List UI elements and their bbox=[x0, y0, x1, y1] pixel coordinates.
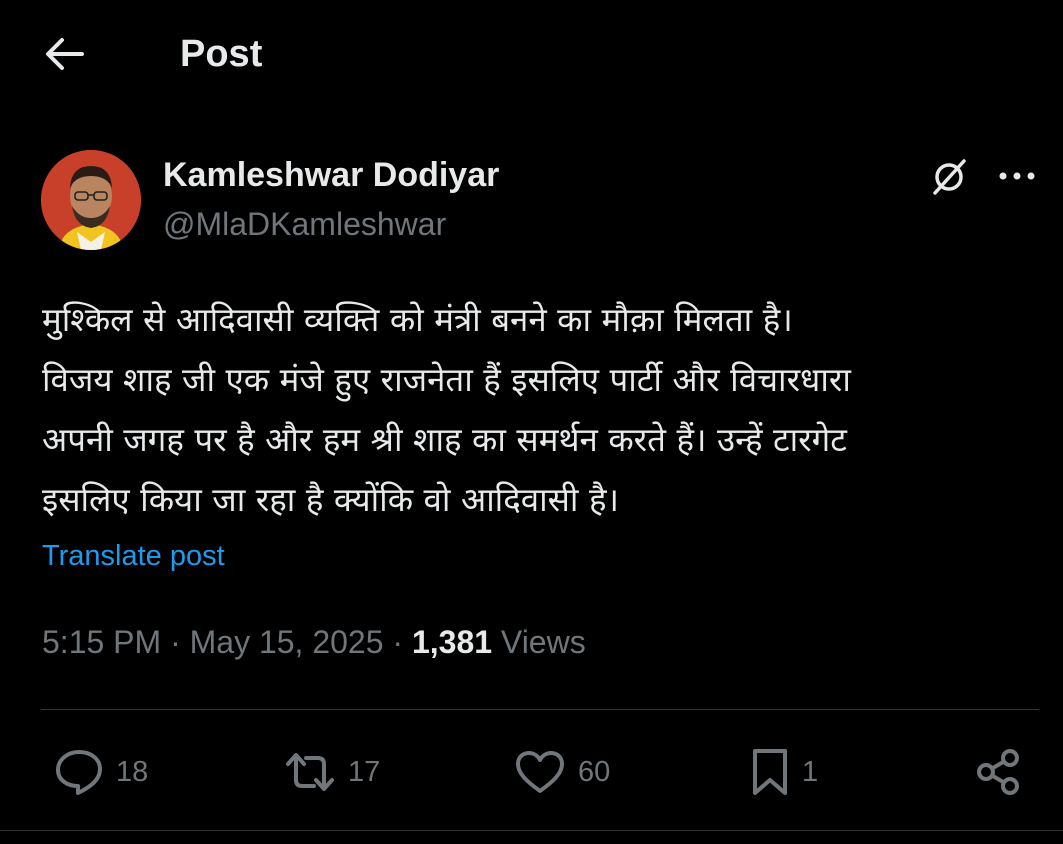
grok-button[interactable] bbox=[926, 154, 972, 200]
divider bbox=[41, 709, 1039, 710]
reply-button[interactable]: 18 bbox=[54, 744, 148, 800]
top-bar: Post bbox=[0, 22, 1063, 86]
grok-icon bbox=[933, 159, 966, 195]
arrow-left-icon bbox=[46, 38, 84, 70]
meta-separator: · bbox=[170, 624, 181, 660]
translate-post-link[interactable]: Translate post bbox=[42, 536, 225, 576]
share-icon bbox=[977, 749, 1019, 795]
author-handle[interactable]: @MlaDKamleshwar bbox=[163, 204, 446, 244]
repost-button[interactable]: 17 bbox=[284, 744, 380, 800]
more-options-button[interactable] bbox=[994, 156, 1040, 196]
post-text: मुश्किल से आदिवासी व्यक्ति को मंत्री बनन… bbox=[42, 290, 1042, 530]
speech-bubble-icon bbox=[56, 750, 102, 795]
post-text-line: इसलिए किया जा रहा है क्योंकि वो आदिवासी … bbox=[42, 480, 620, 519]
views-label: Views bbox=[500, 624, 586, 660]
post-page: Post Kamleshwar Dodiyar @MlaDKamleshwar bbox=[0, 0, 1063, 844]
repost-icon bbox=[286, 753, 334, 791]
share-button[interactable] bbox=[974, 744, 1024, 800]
author-display-name[interactable]: Kamleshwar Dodiyar bbox=[163, 155, 499, 195]
back-button[interactable] bbox=[40, 32, 88, 76]
avatar[interactable] bbox=[41, 150, 141, 250]
post-text-line: अपनी जगह पर है और हम श्री शाह का समर्थन … bbox=[42, 420, 847, 459]
heart-icon bbox=[516, 751, 564, 793]
like-count: 60 bbox=[578, 756, 611, 788]
views-count: 1,381 bbox=[411, 624, 493, 660]
post-date[interactable]: May 15, 2025 bbox=[190, 624, 384, 660]
bookmark-icon bbox=[753, 749, 787, 795]
reply-count: 18 bbox=[116, 756, 149, 788]
more-horizontal-icon bbox=[999, 172, 1035, 180]
bookmark-count: 1 bbox=[802, 756, 819, 788]
bottom-divider bbox=[0, 830, 1063, 831]
meta-separator: · bbox=[392, 624, 404, 660]
post-meta: 5:15 PM · May 15, 2025 · 1,381 Views bbox=[42, 622, 586, 662]
post-time[interactable]: 5:15 PM bbox=[42, 624, 161, 660]
repost-count: 17 bbox=[348, 756, 381, 788]
avatar-image bbox=[41, 150, 141, 250]
post-text-line: विजय शाह जी एक मंजे हुए राजनेता हैं इसलि… bbox=[42, 360, 851, 399]
like-button[interactable]: 60 bbox=[514, 744, 610, 800]
bookmark-button[interactable]: 1 bbox=[750, 744, 818, 800]
page-title: Post bbox=[180, 33, 263, 75]
post-text-line: मुश्किल से आदिवासी व्यक्ति को मंत्री बनन… bbox=[42, 300, 793, 339]
